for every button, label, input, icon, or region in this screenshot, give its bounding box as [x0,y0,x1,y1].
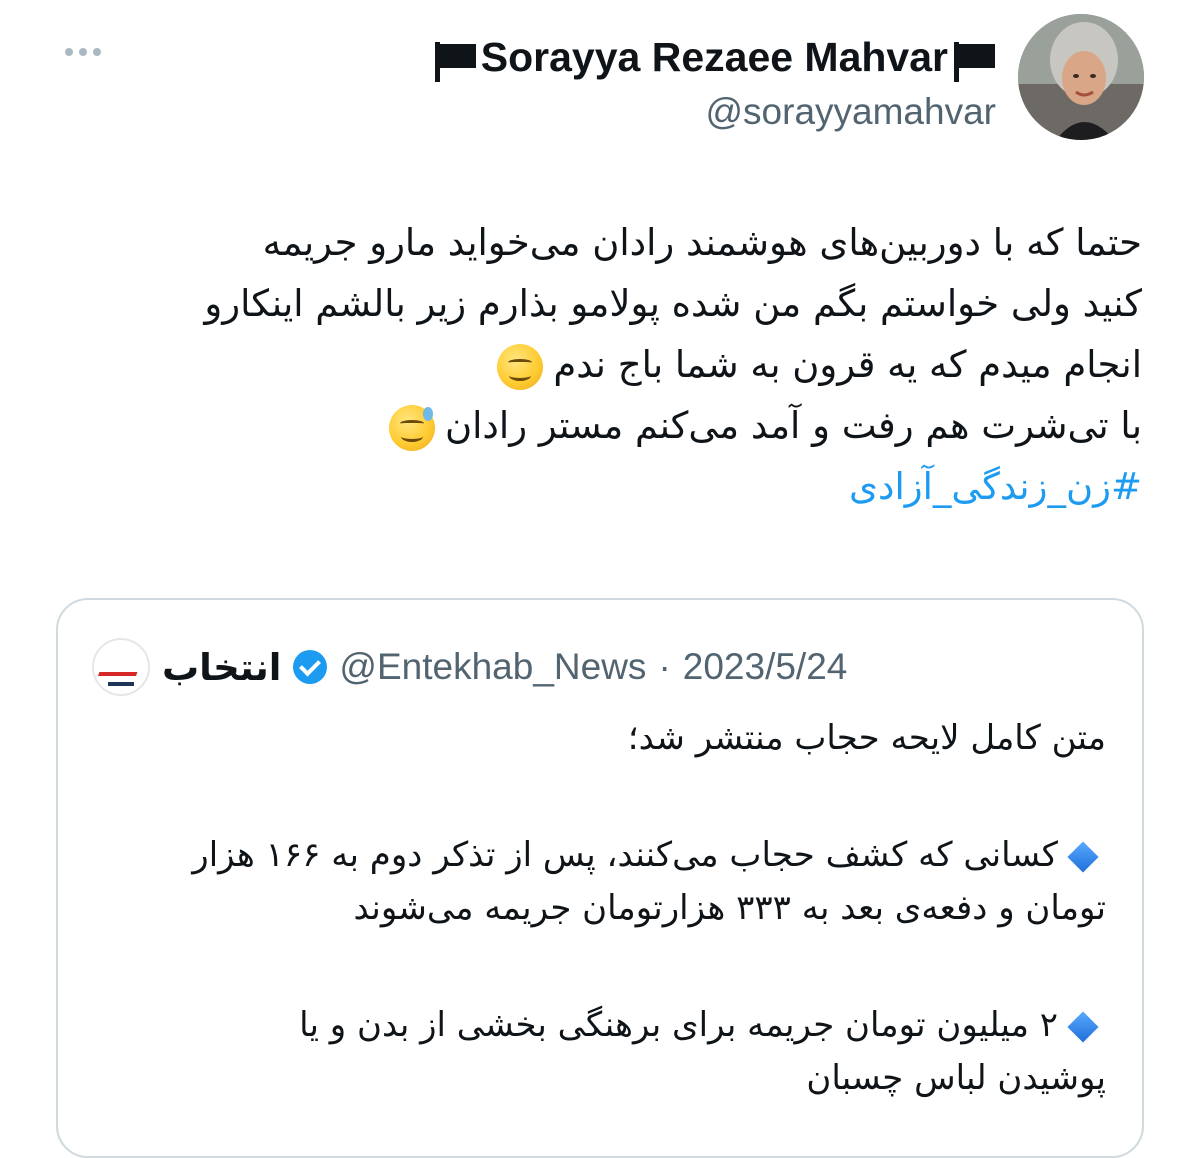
black-flag-icon [433,42,477,82]
hashtag-link[interactable]: #زن_زندگی_آزادی [52,456,1142,517]
tweet-text: حتما که با دوربین‌های هوشمند رادان می‌خو… [52,212,1142,517]
meta-separator: · [658,646,671,687]
quoted-author-name[interactable]: انتخاب [162,646,281,689]
quoted-handle[interactable]: @Entekhab_News [339,646,646,688]
quoted-bullet-line: ۲ میلیون تومان جریمه برای برهنگی بخشی از… [96,999,1106,1052]
tweet-line: حتما که با دوربین‌های هوشمند رادان می‌خو… [262,221,1142,264]
quoted-tweet-card[interactable]: انتخاب @Entekhab_News · 2023/5/24 متن کا… [56,598,1144,1158]
display-name-text: Sorayya Rezaee Mahvar [480,34,948,80]
more-icon-dot [65,48,73,56]
entekhab-logo-avatar[interactable] [92,638,150,696]
quoted-bullet-line: تومان و دفعه‌ی بعد به ۳۳۳ هزارتومان جریم… [353,888,1106,928]
avatar[interactable] [1018,14,1144,140]
quoted-tweet-header: انتخاب @Entekhab_News · 2023/5/24 [92,638,847,696]
author-names: Sorayya Rezaee Mahvar @sorayyamahvar [433,21,996,133]
quoted-bullet-line: کسانی که کشف حجاب می‌کنند، پس از تذکر دو… [96,829,1106,882]
tweet-line-text: با تی‌شرت هم رفت و آمد می‌کنم مستر رادان [444,404,1142,447]
blue-diamond-icon [1067,1010,1099,1043]
quoted-bullet-text: ۲ میلیون تومان جریمه برای برهنگی بخشی از… [299,1005,1058,1045]
verified-icon [293,650,328,684]
quoted-bullet-text: کسانی که کشف حجاب می‌کنند، پس از تذکر دو… [192,835,1058,875]
tweet-header: Sorayya Rezaee Mahvar @sorayyamahvar [433,14,1144,140]
tweet-line-with-emoji: انجام میدم که یه قرون به شما باج ندم [52,334,1142,395]
black-flag-icon [952,42,996,82]
smirking-face-emoji [497,343,544,390]
tweet-line-text: انجام میدم که یه قرون به شما باج ندم [553,343,1142,386]
display-name[interactable]: Sorayya Rezaee Mahvar [433,33,996,82]
tweet-line-with-emoji: با تی‌شرت هم رفت و آمد می‌کنم مستر رادان [52,395,1142,456]
user-handle[interactable]: @sorayyamahvar [706,91,997,133]
more-options-button[interactable] [58,40,108,64]
quoted-date[interactable]: 2023/5/24 [683,646,848,688]
quoted-bullet-line: پوشیدن لباس چسبان [806,1058,1106,1098]
blue-diamond-icon [1067,840,1099,873]
quoted-tweet-body: متن کامل لایحه حجاب منتشر شد؛ کسانی که ک… [96,712,1106,1105]
quoted-title: متن کامل لایحه حجاب منتشر شد؛ [627,718,1106,758]
grinning-sweat-emoji [388,404,435,451]
tweet-line: کنید ولی خواستم بگم من شده پولامو بذارم … [204,282,1142,325]
avatar-photo [1018,14,1144,140]
more-icon-dot [79,48,87,56]
more-icon-dot [93,48,101,56]
